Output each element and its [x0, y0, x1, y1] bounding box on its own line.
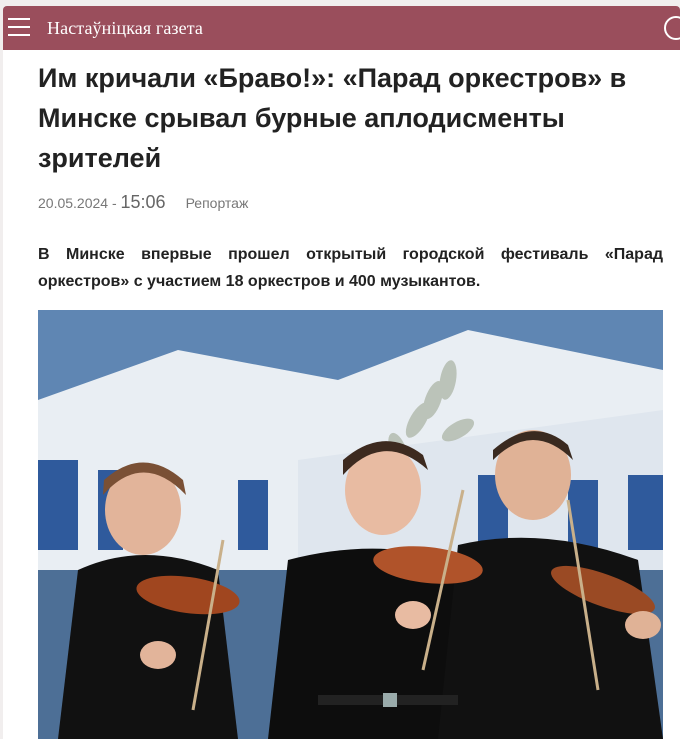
search-icon[interactable]: [664, 16, 680, 40]
site-name[interactable]: Настаўніцкая газета: [47, 18, 203, 39]
photo-violinists: [38, 310, 663, 739]
article-container: Им кричали «Браво!»: «Парад оркестров» в…: [3, 50, 680, 739]
article-title: Им кричали «Браво!»: «Парад оркестров» в…: [38, 63, 627, 173]
article-time: 15:06: [120, 192, 166, 212]
hamburger-menu-icon[interactable]: [8, 18, 30, 36]
article-date: 20.05.2024 -: [38, 195, 121, 211]
article-lead: В Минске впервые прошел открытый городск…: [38, 246, 663, 290]
article-category-link[interactable]: Репортаж: [186, 195, 249, 211]
site-header: Настаўніцкая газета: [3, 6, 680, 50]
article-photo: [38, 310, 663, 739]
article-meta: 20.05.2024 - 15:06 Репортаж: [38, 192, 248, 213]
